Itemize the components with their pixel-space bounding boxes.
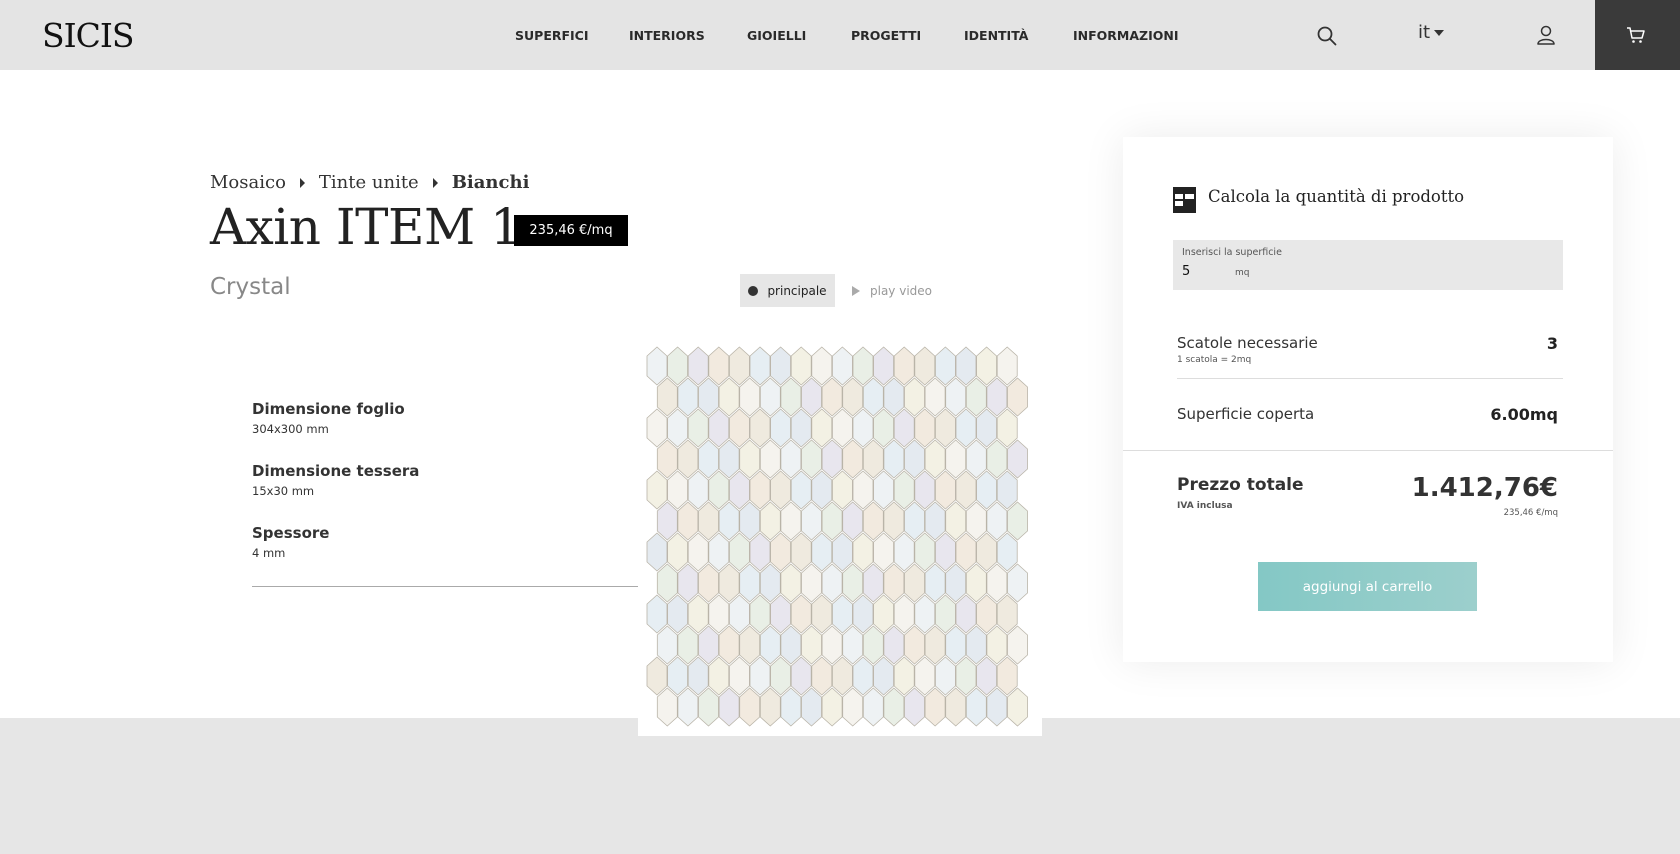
surface-input-value[interactable]: 5 [1182,264,1190,279]
breadcrumb-tinte-unite[interactable]: Tinte unite [319,172,419,193]
play-video-label: play video [870,283,932,298]
product-subtitle: Crystal [210,274,291,300]
dot-icon [748,285,759,296]
total-unit-price: 235,46 €/mq [1503,508,1558,518]
coverage-label: Superficie coperta [1177,405,1315,423]
boxes-label: Scatole necessarie [1177,334,1318,352]
caret-right-icon [299,177,305,188]
total-sub: IVA inclusa [1177,501,1233,511]
play-icon [852,285,860,296]
footer-band [0,718,1680,854]
coverage-value: 6.00mq [1490,405,1558,424]
nav-progetti[interactable]: PROGETTI [851,28,921,43]
breadcrumb-mosaico[interactable]: Mosaico [210,172,286,193]
breadcrumb-bianchi[interactable]: Bianchi [452,172,530,193]
spec-label: Dimensione tessera [252,462,420,480]
site-header: SICIS SUPERFICI INTERIORS GIOIELLI PROGE… [0,0,1680,70]
spec-value: 4 mm [252,546,286,560]
logo[interactable]: SICIS [42,16,135,55]
nav-superfici[interactable]: SUPERFICI [515,28,589,43]
mosaic-tile-image [646,346,1028,727]
language-label: it [1418,22,1431,43]
nav-identita[interactable]: IDENTITÀ [964,28,1028,43]
spec-label: Dimensione foglio [252,400,405,418]
spec-item: Spessore 4 mm [252,524,329,560]
nav-interiors[interactable]: INTERIORS [629,28,705,43]
calculator-title: Calcola la quantità di prodotto [1208,187,1465,206]
cart-icon [1627,27,1645,43]
cart-button[interactable] [1595,0,1680,70]
breadcrumb: Mosaico Tinte unite Bianchi [210,172,529,193]
play-video-button[interactable]: play video [852,274,932,307]
product-title: Axin ITEM 1 [210,198,522,256]
view-main-button[interactable]: principale [740,274,835,307]
spec-item: Dimensione tessera 15x30 mm [252,462,419,498]
add-to-cart-button[interactable]: aggiungi al carrello [1258,562,1477,611]
spec-label: Spessore [252,524,330,542]
chevron-down-icon [1434,30,1445,36]
search-icon[interactable] [1316,25,1338,47]
divider [1177,378,1563,379]
nav-informazioni[interactable]: INFORMAZIONI [1073,28,1178,43]
surface-input-unit: mq [1235,268,1250,278]
surface-input-label: Inserisci la superficie [1182,247,1282,258]
total-label: Prezzo totale [1177,475,1304,495]
divider [1123,450,1613,451]
quantity-calculator: Calcola la quantità di prodotto Inserisc… [1123,137,1613,662]
price-badge: 235,46 €/mq [514,215,628,246]
divider [252,586,638,587]
boxes-sub: 1 scatola = 2mq [1177,355,1252,365]
nav-gioielli[interactable]: GIOIELLI [747,28,806,43]
surface-input[interactable]: Inserisci la superficie 5 mq [1173,240,1563,290]
total-value: 1.412,76€ [1411,473,1558,503]
product-image [638,340,1042,736]
boxes-value: 3 [1546,334,1558,353]
caret-right-icon [432,177,438,188]
user-icon[interactable] [1535,24,1557,46]
tiles-icon [1173,187,1196,213]
spec-value: 15x30 mm [252,484,315,498]
spec-value: 304x300 mm [252,422,329,436]
language-selector[interactable]: it [1418,22,1445,43]
view-main-label: principale [767,283,827,298]
spec-item: Dimensione foglio 304x300 mm [252,400,405,436]
